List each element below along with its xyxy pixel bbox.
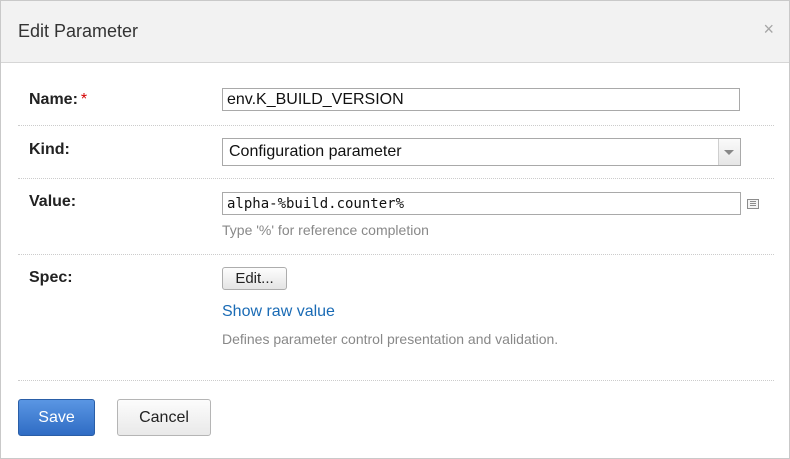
name-input[interactable]: env.K_BUILD_VERSION (222, 88, 740, 111)
kind-selected-value: Configuration parameter (229, 143, 402, 160)
value-label: Value: (29, 193, 77, 210)
kind-label: Kind: (29, 141, 70, 158)
value-input[interactable]: alpha-%build.counter% (222, 192, 741, 215)
cancel-button[interactable]: Cancel (117, 399, 211, 436)
edit-spec-button[interactable]: Edit... (222, 267, 287, 290)
kind-select[interactable]: Configuration parameter (222, 138, 741, 166)
close-icon[interactable]: × (763, 19, 774, 39)
chevron-down-icon (724, 150, 734, 155)
save-button[interactable]: Save (18, 399, 95, 436)
spec-label: Spec: (29, 269, 73, 286)
row-divider (18, 178, 774, 179)
row-divider (18, 254, 774, 255)
value-hint: Type '%' for reference completion (222, 222, 429, 238)
spec-description: Defines parameter control presentation a… (222, 331, 559, 347)
kind-dropdown-button[interactable] (718, 139, 740, 165)
name-label: Name: * (29, 91, 87, 109)
row-divider (18, 125, 774, 126)
name-label-text: Name: (29, 91, 78, 108)
show-raw-value-link[interactable]: Show raw value (222, 303, 335, 321)
required-marker: * (80, 91, 88, 108)
row-divider (18, 380, 774, 381)
dialog-header: Edit Parameter × (1, 1, 789, 63)
expand-editor-icon[interactable] (747, 199, 759, 209)
dialog-title: Edit Parameter (18, 21, 139, 41)
edit-parameter-dialog: Edit Parameter × Name: * env.K_BUILD_VERS… (0, 0, 790, 459)
